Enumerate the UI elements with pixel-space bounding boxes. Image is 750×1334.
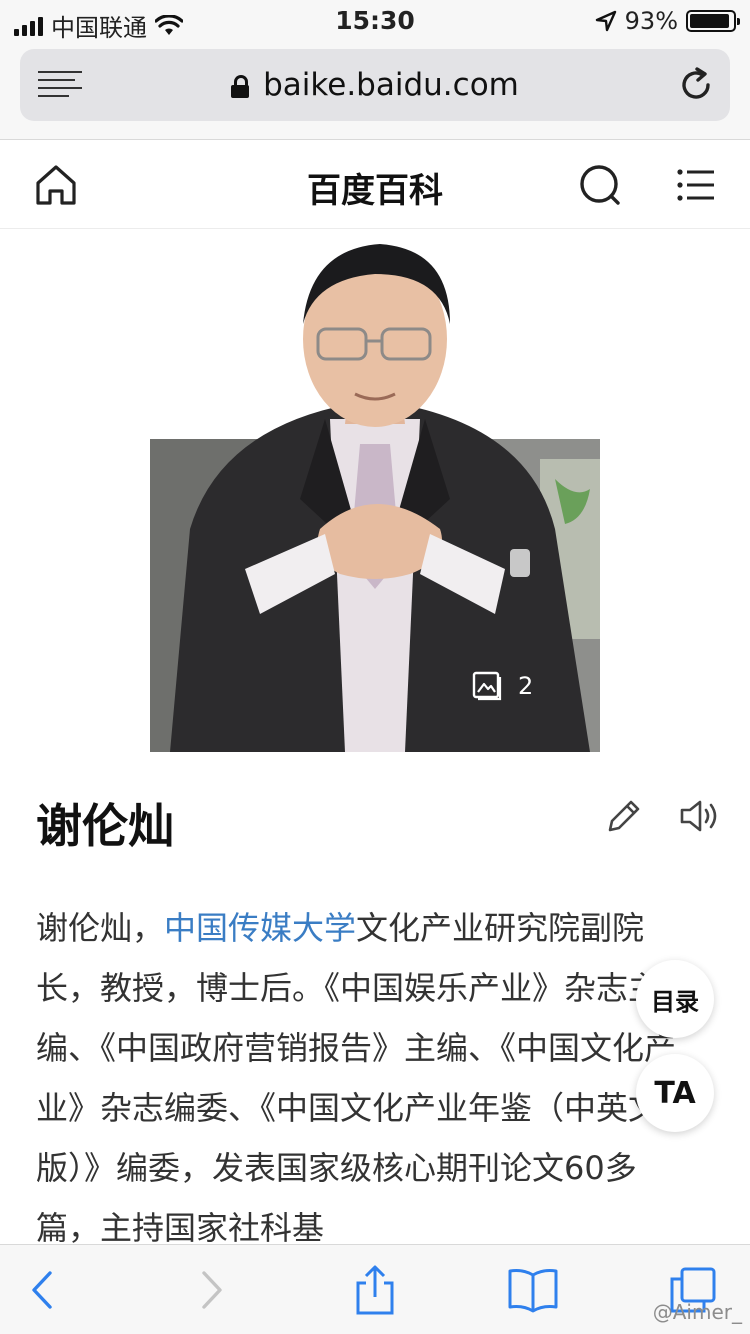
menu-icon[interactable] (672, 161, 720, 209)
reload-icon[interactable] (678, 67, 714, 103)
battery-percent: 93% (624, 7, 678, 35)
toc-button[interactable]: 目录 (636, 960, 714, 1038)
status-right: 93% (595, 7, 740, 35)
summary-prefix: 谢伦灿， (36, 909, 165, 947)
entry-summary: 谢伦灿，中国传媒大学文化产业研究院副院长，教授，博士后。《中国娱乐产业》杂志主编… (36, 898, 696, 1258)
site-header: 百度百科 (0, 141, 750, 229)
url-text: baike.baidu.com (263, 67, 519, 103)
site-title[interactable]: 百度百科 (0, 163, 750, 212)
university-link[interactable]: 中国传媒大学 (164, 909, 356, 947)
watermark: @Aimer_ (652, 1300, 742, 1324)
entry-title: 谢伦灿 (36, 799, 174, 853)
bookmarks-icon[interactable] (506, 1263, 560, 1317)
battery-icon (686, 10, 740, 32)
ta-button[interactable]: TA (636, 1054, 714, 1132)
forward-icon[interactable] (184, 1263, 238, 1317)
url-display[interactable]: baike.baidu.com (20, 67, 730, 103)
portrait-photo[interactable]: 2 (150, 229, 600, 752)
photo-count: 2 (518, 672, 534, 700)
summary-rest: 文化产业研究院副院长，教授，博士后。《中国娱乐产业》杂志主编、《中国政府营销报告… (36, 909, 677, 1247)
status-bar: 中国联通 15:30 93% (0, 0, 750, 42)
browser-address-area: baike.baidu.com (0, 42, 750, 140)
speaker-icon[interactable] (678, 796, 722, 836)
lock-icon (231, 75, 250, 98)
gallery-icon (472, 671, 502, 701)
battery-fill (690, 14, 730, 28)
back-icon[interactable] (16, 1263, 70, 1317)
edit-icon[interactable] (604, 796, 644, 836)
location-arrow-icon (595, 10, 616, 32)
browser-toolbar (0, 1244, 750, 1334)
address-bar[interactable]: baike.baidu.com (20, 49, 730, 121)
share-icon[interactable] (348, 1263, 402, 1317)
search-icon[interactable] (576, 161, 624, 209)
photo-count-badge[interactable]: 2 (472, 671, 533, 701)
